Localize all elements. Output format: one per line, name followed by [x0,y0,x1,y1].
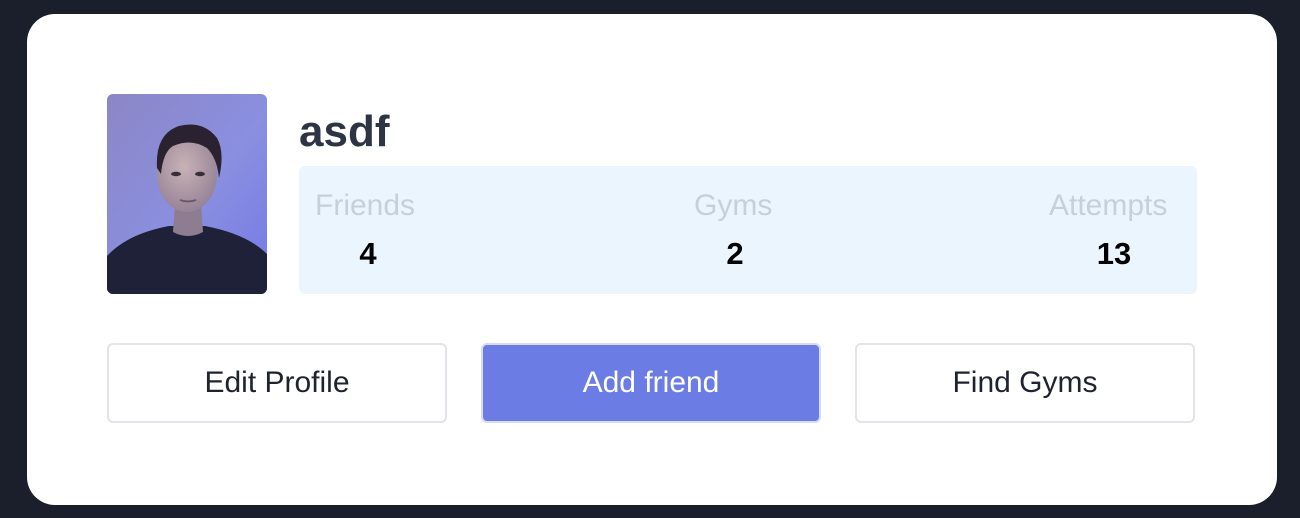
profile-avatar [107,94,267,294]
stat-value-attempts: 13 [1096,236,1132,271]
edit-profile-button[interactable]: Edit Profile [107,343,447,423]
profile-stats-panel: Friends 4 Gyms 2 Attempts 13 [299,166,1197,294]
profile-card: asdf Friends 4 Gyms 2 Attempts 13 Edit P… [27,14,1277,505]
stat-label-friends: Friends [315,189,416,222]
stat-label-gyms: Gyms [694,189,773,222]
username-heading: asdf [299,107,390,156]
add-friend-button[interactable]: Add friend [481,343,821,423]
stat-label-attempts: Attempts [1049,189,1168,222]
find-gyms-button[interactable]: Find Gyms [855,343,1195,423]
stat-value-friends: 4 [359,236,377,271]
stat-value-gyms: 2 [726,236,744,271]
